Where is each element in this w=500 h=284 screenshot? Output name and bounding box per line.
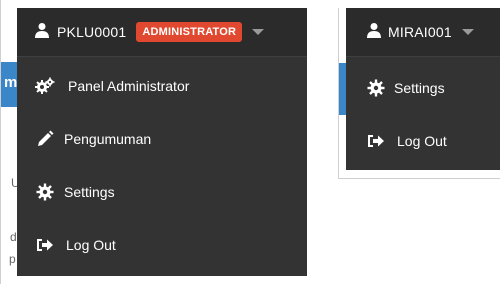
user-menu-toggle[interactable]: MIRAI001 xyxy=(346,8,500,56)
user-dropdown-menu-user: MIRAI001 Settings Log Out xyxy=(346,8,500,170)
background-nav-letter: m xyxy=(4,74,18,91)
divider xyxy=(17,56,307,57)
username-label: PKLU0001 xyxy=(57,24,127,40)
pencil-icon xyxy=(35,129,55,149)
menu-item-label: Panel Administrator xyxy=(68,78,190,94)
menu-item-label: Log Out xyxy=(397,133,447,149)
chevron-down-icon xyxy=(461,29,474,35)
menu-item-settings[interactable]: Settings xyxy=(346,63,500,113)
background-text-fragment: p xyxy=(9,252,16,266)
menu-item-panel-administrator[interactable]: Panel Administrator xyxy=(17,61,307,111)
menu-item-label: Pengumuman xyxy=(64,131,152,147)
user-icon xyxy=(34,22,50,43)
gear-icon xyxy=(366,78,386,98)
menu-item-pengumuman[interactable]: Pengumuman xyxy=(17,114,307,164)
menu-item-label: Log Out xyxy=(66,237,116,253)
user-menu-toggle[interactable]: PKLU0001 ADMINISTRATOR xyxy=(17,8,307,56)
chevron-down-icon xyxy=(252,29,265,35)
menu-item-log-out[interactable]: Log Out xyxy=(17,220,307,270)
user-dropdown-menu-admin: PKLU0001 ADMINISTRATOR Panel Administrat… xyxy=(17,8,307,276)
username-label: MIRAI001 xyxy=(388,24,452,40)
menu-item-label: Settings xyxy=(64,184,115,200)
menu-item-label: Settings xyxy=(394,80,445,96)
gear-icon xyxy=(35,182,55,202)
divider xyxy=(346,56,500,57)
sign-out-icon xyxy=(366,131,386,151)
user-icon xyxy=(366,22,382,43)
role-badge: ADMINISTRATOR xyxy=(136,22,243,42)
sign-out-icon xyxy=(35,235,55,255)
gears-icon xyxy=(35,76,55,96)
menu-item-settings[interactable]: Settings xyxy=(17,167,307,217)
menu-item-log-out[interactable]: Log Out xyxy=(346,116,500,166)
